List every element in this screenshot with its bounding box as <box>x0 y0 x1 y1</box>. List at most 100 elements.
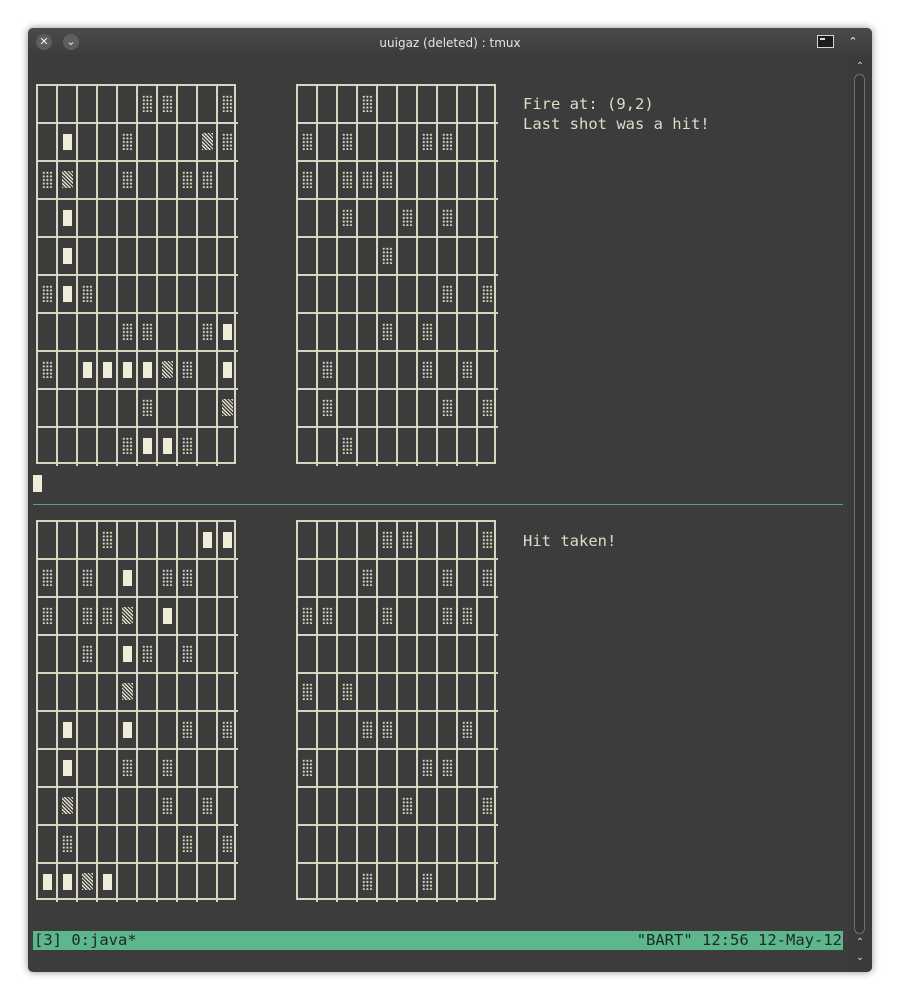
scroll-up-icon[interactable]: ⌃ <box>848 60 872 74</box>
grid-cell <box>458 522 478 560</box>
grid-cell <box>458 86 478 124</box>
grid-cell <box>338 352 358 390</box>
grid-cell <box>38 428 58 466</box>
grid-cell <box>398 276 418 314</box>
ship-marker <box>223 362 232 378</box>
status-window-list[interactable]: [3] 0:java* <box>34 931 137 950</box>
grid-cell <box>178 390 198 428</box>
grid-cell <box>198 428 218 466</box>
grid-cell <box>178 200 198 238</box>
grid-cell <box>98 390 118 428</box>
terminal-content[interactable]: Fire at: (9,2) Last shot was a hit! Hit … <box>28 58 848 972</box>
hit-marker <box>202 133 213 150</box>
grid-cell <box>198 200 218 238</box>
grid-cell <box>218 86 238 124</box>
grid-cell <box>138 636 158 674</box>
grid-cell <box>218 276 238 314</box>
grid-cell <box>198 238 218 276</box>
grid-cell <box>218 864 238 902</box>
grid-cell <box>98 826 118 864</box>
grid-cell <box>38 162 58 200</box>
miss-marker <box>222 835 233 852</box>
grid-cell <box>218 352 238 390</box>
keep-above-icon[interactable]: ⌃ <box>844 33 862 51</box>
grid-cell <box>158 598 178 636</box>
miss-marker <box>342 171 353 188</box>
grid-cell <box>178 636 198 674</box>
miss-marker <box>102 531 113 548</box>
grid-cell <box>338 162 358 200</box>
miss-marker <box>422 323 433 340</box>
grid-cell <box>338 636 358 674</box>
scrollbar-track[interactable] <box>854 74 865 934</box>
grid-cell <box>158 522 178 560</box>
scrollbar[interactable]: ⌃ ⌃ ⌄ <box>848 58 872 972</box>
miss-marker <box>122 171 133 188</box>
ship-marker <box>63 286 72 302</box>
grid-cell <box>318 522 338 560</box>
miss-marker <box>182 645 193 662</box>
grid-cell <box>98 276 118 314</box>
miss-marker <box>382 247 393 264</box>
grid-cell <box>138 428 158 466</box>
miss-marker <box>442 569 453 586</box>
scroll-up-icon-lower[interactable]: ⌃ <box>848 936 872 950</box>
grid-cell <box>98 314 118 352</box>
grid-cell <box>438 636 458 674</box>
scroll-down-icon[interactable]: ⌄ <box>848 951 872 965</box>
terminal-icon[interactable] <box>817 35 834 48</box>
grid-cell <box>418 86 438 124</box>
grid-cell <box>358 864 378 902</box>
grid-cell <box>358 314 378 352</box>
grid-cell <box>458 314 478 352</box>
grid-cell <box>218 162 238 200</box>
ship-marker <box>163 608 172 624</box>
grid-cell <box>378 750 398 788</box>
grid-cell <box>138 864 158 902</box>
grid-cell <box>298 598 318 636</box>
title-bar[interactable]: ✕ ⌄ uuigaz (deleted) : tmux ⌃ <box>28 28 872 58</box>
grid-cell <box>318 598 338 636</box>
miss-marker <box>82 569 93 586</box>
grid-cell <box>478 674 498 712</box>
grid-cell <box>198 390 218 428</box>
grid-cell <box>358 712 378 750</box>
grid-cell <box>298 826 318 864</box>
grid-cell <box>198 162 218 200</box>
grid-cell <box>138 712 158 750</box>
ship-marker <box>83 362 92 378</box>
grid-cell <box>58 712 78 750</box>
grid-cell <box>458 428 478 466</box>
grid-cell <box>78 238 98 276</box>
grid-cell <box>358 788 378 826</box>
grid-cell <box>398 522 418 560</box>
grid-cell <box>318 314 338 352</box>
pane-divider[interactable] <box>33 504 843 505</box>
grid-cell <box>178 86 198 124</box>
grid-cell <box>158 390 178 428</box>
grid-cell <box>178 750 198 788</box>
grid-cell <box>378 276 398 314</box>
miss-marker <box>482 531 493 548</box>
grid-cell <box>138 86 158 124</box>
grid-cell <box>378 636 398 674</box>
miss-marker <box>442 399 453 416</box>
grid-cell <box>438 124 458 162</box>
miss-marker <box>202 323 213 340</box>
grid-cell <box>478 238 498 276</box>
grid-cell <box>438 276 458 314</box>
grid-cell <box>98 428 118 466</box>
grid-cell <box>58 124 78 162</box>
grid-cell <box>438 674 458 712</box>
miss-marker <box>422 873 433 890</box>
miss-marker <box>162 797 173 814</box>
grid-cell <box>38 352 58 390</box>
grid-cell <box>318 162 338 200</box>
miss-marker <box>42 361 53 378</box>
ship-marker <box>63 134 72 150</box>
grid-cell <box>138 352 158 390</box>
grid-cell <box>78 560 98 598</box>
grid-cell <box>118 636 138 674</box>
grid-cell <box>78 86 98 124</box>
grid-cell <box>38 276 58 314</box>
